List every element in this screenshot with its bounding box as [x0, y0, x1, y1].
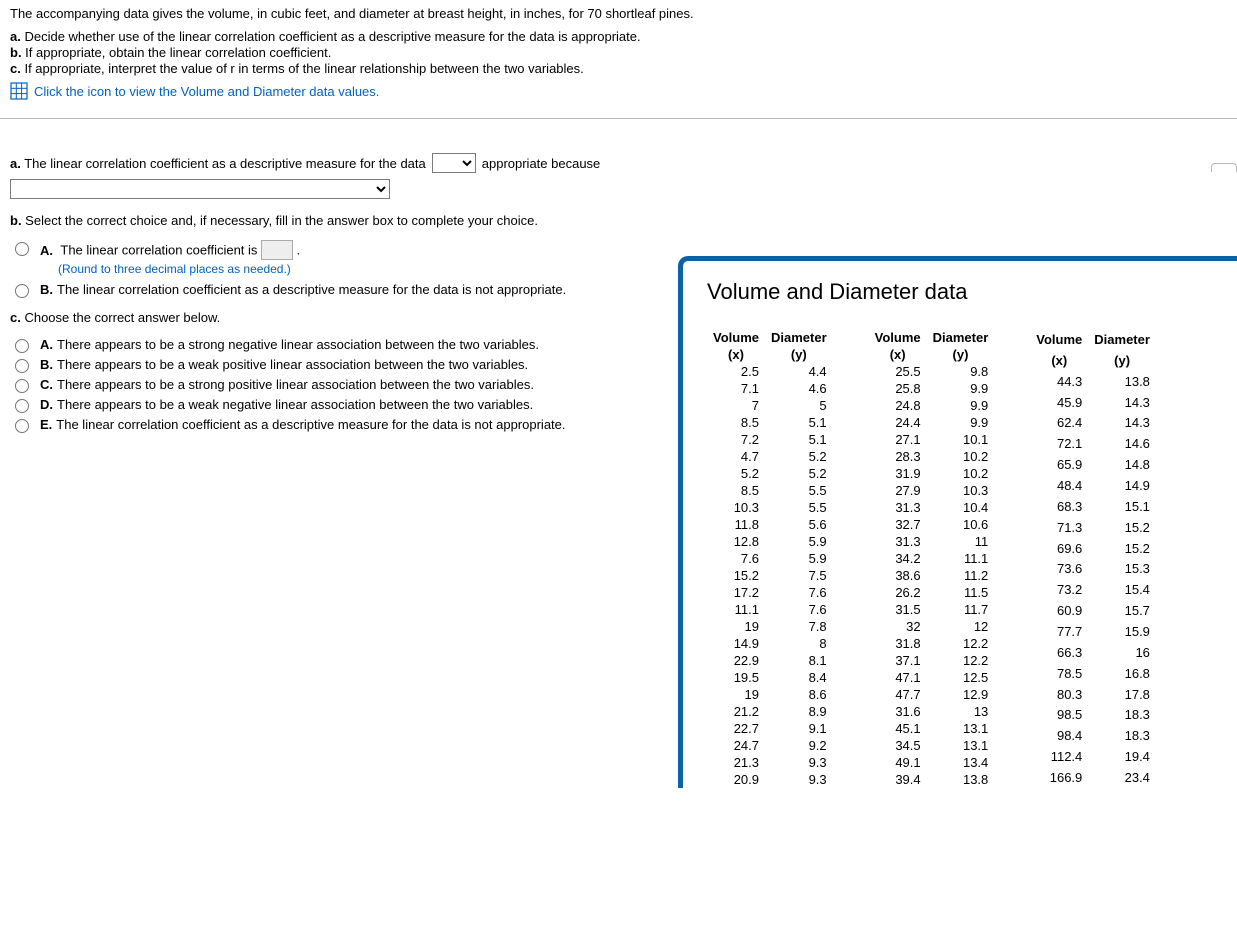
choice-c-C-text: There appears to be a strong positive li… — [57, 377, 534, 392]
part-c-label: c. — [10, 61, 21, 76]
choice-b-B-letter: B. — [40, 282, 53, 297]
radio-c-E[interactable] — [15, 419, 29, 433]
coefficient-input[interactable] — [261, 240, 293, 260]
choice-b-A-hint: (Round to three decimal places as needed… — [58, 262, 710, 276]
choice-c-A[interactable]: A. There appears to be a strong negative … — [10, 337, 710, 353]
panel-title: Volume and Diameter data — [707, 279, 1237, 305]
choice-b-A-post: . — [297, 243, 301, 258]
qa-b-lead: b. — [10, 213, 22, 228]
choice-c-C-letter: C. — [40, 377, 53, 392]
table-icon[interactable] — [10, 82, 28, 100]
qa-a-lead: a. — [10, 156, 21, 171]
choice-b-A-letter: A. — [40, 243, 53, 258]
parts-list: a. Decide whether use of the linear corr… — [10, 29, 710, 76]
radio-b-B[interactable] — [15, 284, 29, 298]
choice-c-A-text: There appears to be a strong negative li… — [57, 337, 539, 352]
radio-c-C[interactable] — [15, 379, 29, 393]
qa-a-mid: appropriate because — [482, 156, 601, 171]
radio-c-A[interactable] — [15, 339, 29, 353]
part-b-label: b. — [10, 45, 22, 60]
choice-b-A[interactable]: A. The linear correlation coefficient is… — [10, 240, 710, 260]
data-table-2: VolumeDiameter(x)(y)25.59.825.89.924.89.… — [869, 329, 995, 788]
question-b-prompt: b. Select the correct choice and, if nec… — [10, 213, 710, 228]
qa-c-text: Choose the correct answer below. — [21, 310, 220, 325]
choice-b-B[interactable]: B. The linear correlation coefficient as … — [10, 282, 710, 298]
qa-a-pre: The linear correlation coefficient as a … — [21, 156, 426, 171]
part-a-text: Decide whether use of the linear correla… — [21, 29, 641, 44]
icon-link-text[interactable]: Click the icon to view the Volume and Di… — [34, 84, 379, 99]
divider — [0, 118, 1237, 119]
choice-c-D[interactable]: D. There appears to be a weak negative li… — [10, 397, 710, 413]
radio-c-B[interactable] — [15, 359, 29, 373]
appropriate-dropdown-2[interactable] — [10, 179, 390, 199]
data-table-1: VolumeDiameter(x)(y)2.54.47.14.6758.55.1… — [707, 329, 833, 788]
part-b-text: If appropriate, obtain the linear correl… — [22, 45, 332, 60]
choice-b-B-text: The linear correlation coefficient as a … — [57, 282, 566, 297]
qa-b-text: Select the correct choice and, if necess… — [22, 213, 538, 228]
data-panel: Volume and Diameter data VolumeDiameter(… — [678, 256, 1237, 788]
question-c-prompt: c. Choose the correct answer below. — [10, 310, 710, 325]
choice-b-A-pre: The linear correlation coefficient is — [60, 243, 261, 258]
choice-c-D-text: There appears to be a weak negative line… — [57, 397, 533, 412]
qa-c-lead: c. — [10, 310, 21, 325]
choice-c-A-letter: A. — [40, 337, 53, 352]
radio-c-D[interactable] — [15, 399, 29, 413]
part-a-label: a. — [10, 29, 21, 44]
choice-c-B-letter: B. — [40, 357, 53, 372]
choice-c-B[interactable]: B. There appears to be a weak positive li… — [10, 357, 710, 373]
tab-notch — [1211, 163, 1237, 172]
choice-c-D-letter: D. — [40, 397, 53, 412]
appropriate-dropdown-1[interactable] — [432, 153, 476, 173]
part-c-text: If appropriate, interpret the value of r… — [21, 61, 584, 76]
data-table-3: VolumeDiameter(x)(y)44.313.845.914.362.4… — [1030, 329, 1156, 788]
radio-b-A[interactable] — [15, 242, 29, 256]
question-a-row: a. The linear correlation coefficient as… — [10, 153, 710, 199]
choice-c-C[interactable]: C. There appears to be a strong positive … — [10, 377, 710, 393]
intro-text: The accompanying data gives the volume, … — [10, 6, 710, 21]
choice-c-E-letter: E. — [40, 417, 52, 432]
choice-c-B-text: There appears to be a weak positive line… — [57, 357, 528, 372]
choice-c-E-text: The linear correlation coefficient as a … — [56, 417, 565, 432]
choice-c-E[interactable]: E. The linear correlation coefficient as … — [10, 417, 710, 433]
